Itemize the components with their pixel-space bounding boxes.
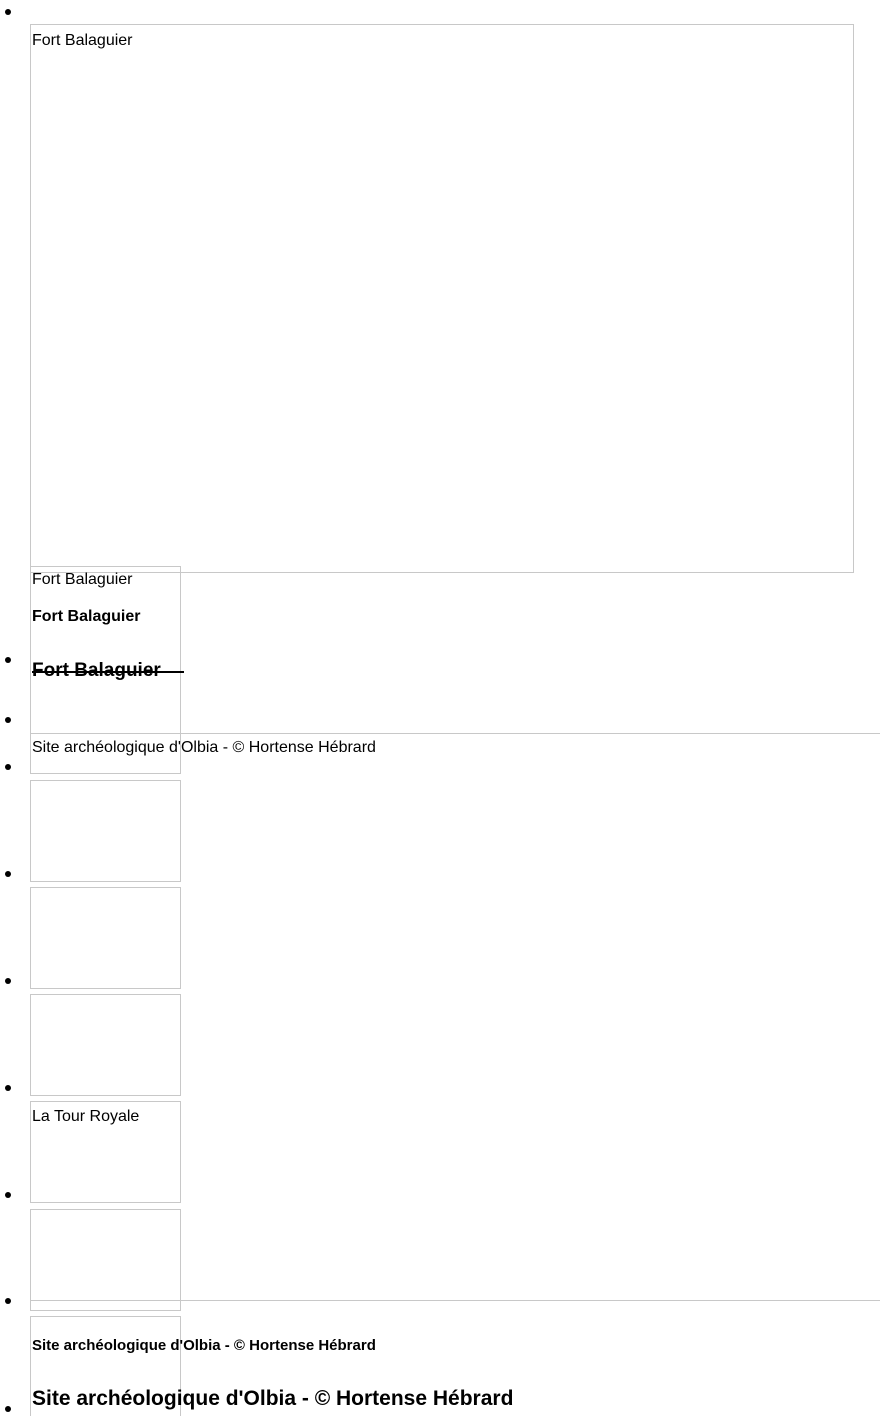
thumbnail-frame[interactable] [30, 994, 181, 1096]
list-bullet [5, 1085, 11, 1091]
list-bullet [5, 1298, 11, 1304]
list-bullet [5, 978, 11, 984]
list-bullet [5, 1406, 11, 1412]
list-bullet [5, 717, 11, 723]
list-bullet [5, 1192, 11, 1198]
list-bullet [5, 9, 11, 15]
olbia-alt-text: Site archéologique d'Olbia - © Hortense … [32, 739, 376, 756]
caption-small: Fort Balaguier [32, 571, 133, 588]
olbia-caption-bold: Site archéologique d'Olbia - © Hortense … [32, 1337, 376, 1354]
list-bullet [5, 871, 11, 877]
divider [30, 733, 880, 734]
caption-heading-strike [32, 671, 184, 673]
thumbnail-frame[interactable] [30, 780, 181, 882]
thumbnail-frame[interactable] [30, 1209, 181, 1311]
main-slide-image[interactable] [30, 24, 854, 573]
caption-bold: Fort Balaguier [32, 608, 141, 625]
olbia-caption-heading: Site archéologique d'Olbia - © Hortense … [32, 1387, 514, 1410]
divider [30, 1300, 880, 1301]
main-slide-alt-text: Fort Balaguier [32, 32, 133, 49]
tour-royale-alt-text: La Tour Royale [32, 1108, 140, 1125]
thumbnail-frame[interactable] [30, 887, 181, 989]
list-bullet [5, 657, 11, 663]
list-bullet [5, 764, 11, 770]
